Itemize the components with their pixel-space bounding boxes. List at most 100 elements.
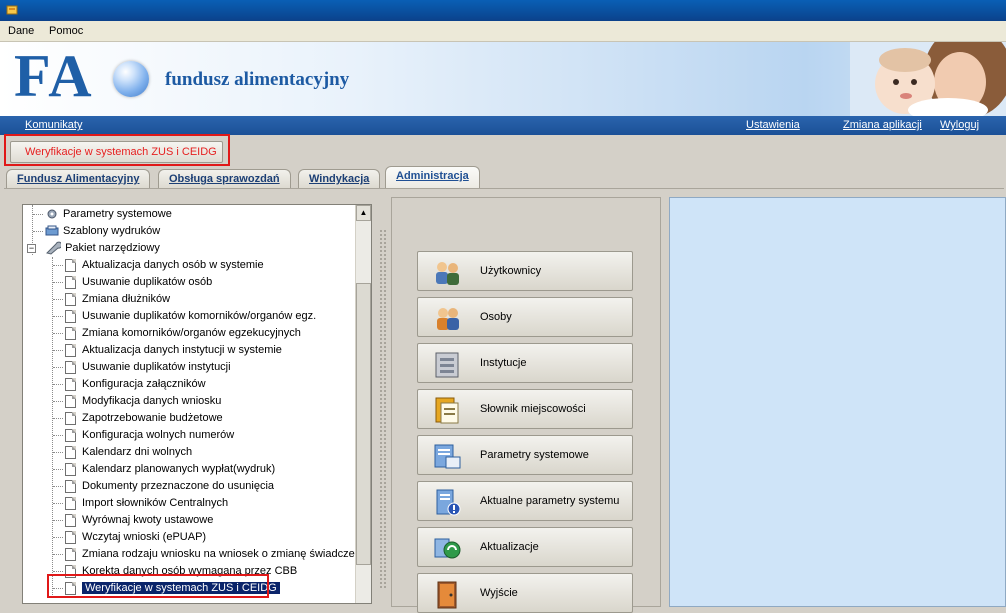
detail-panel bbox=[669, 197, 1006, 607]
document-icon bbox=[65, 309, 76, 323]
menu-bar: Dane Pomoc bbox=[0, 21, 1006, 42]
tab-fundusz-alimentacyjny[interactable]: Fundusz Alimentacyjny bbox=[6, 169, 151, 189]
document-icon bbox=[65, 445, 76, 459]
tab-obsluga-sprawozdan[interactable]: Obsługa sprawozdań bbox=[158, 169, 291, 189]
header-banner: FA fundusz alimentacyjny bbox=[0, 42, 1006, 116]
tree-item-label: Zapotrzebowanie budżetowe bbox=[82, 412, 223, 424]
current-parameters-icon bbox=[436, 489, 461, 516]
tree-item[interactable]: Aktualizacja danych osób w systemie bbox=[53, 257, 264, 274]
tree-item-pakiet-narzedziowy[interactable]: − Pakiet narzędziowy bbox=[27, 240, 160, 257]
verification-zus-ceidg-button[interactable]: Weryfikacje w systemach ZUS i CEIDG bbox=[10, 141, 223, 163]
document-icon bbox=[65, 258, 76, 272]
tree-item-label: Usuwanie duplikatów instytucji bbox=[82, 361, 231, 373]
tree-item-label: Kalendarz planowanych wypłat(wydruk) bbox=[82, 463, 276, 475]
tree-scrollbar[interactable]: ▲ bbox=[355, 205, 371, 603]
admin-button-label: Instytucje bbox=[480, 357, 527, 369]
link-ustawienia[interactable]: Ustawienia bbox=[746, 119, 800, 131]
tree-item[interactable]: Import słowników Centralnych bbox=[53, 495, 228, 512]
admin-button-label: Aktualne parametry systemu bbox=[480, 495, 620, 507]
tree-item-label: Kalendarz dni wolnych bbox=[82, 446, 193, 458]
tree-item[interactable]: Kalendarz planowanych wypłat(wydruk) bbox=[53, 461, 275, 478]
app-name: fundusz alimentacyjny bbox=[165, 69, 350, 90]
document-icon bbox=[65, 360, 76, 374]
tree-item[interactable]: Usuwanie duplikatów komorników/organów e… bbox=[53, 308, 316, 325]
system-parameters-icon bbox=[434, 444, 461, 469]
users-icon bbox=[436, 262, 459, 285]
tree-item[interactable]: Usuwanie duplikatów osób bbox=[53, 274, 212, 291]
admin-button-users[interactable]: Użytkownicy bbox=[417, 251, 633, 291]
tree-item-szablony-wydrukow[interactable]: Szablony wydruków bbox=[33, 223, 160, 240]
admin-button-system-parameters[interactable]: Parametry systemowe bbox=[417, 435, 633, 475]
document-icon bbox=[65, 394, 76, 408]
tree-item-label: Modyfikacja danych wniosku bbox=[82, 395, 222, 407]
admin-button-label: Wyjście bbox=[480, 587, 518, 599]
admin-button-dictionary[interactable]: Słownik miejscowości bbox=[417, 389, 633, 429]
institutions-icon bbox=[435, 352, 459, 378]
admin-button-persons[interactable]: Osoby bbox=[417, 297, 633, 337]
document-icon bbox=[65, 547, 76, 561]
tree-item[interactable]: Konfiguracja wolnych numerów bbox=[53, 427, 234, 444]
wrench-icon bbox=[46, 241, 62, 255]
persons-icon bbox=[437, 308, 459, 330]
tree-item-label: Wczytaj wnioski (ePUAP) bbox=[82, 531, 207, 543]
tree-item[interactable]: Aktualizacja danych instytucji w systemi… bbox=[53, 342, 282, 359]
tree-item[interactable]: Wczytaj wnioski (ePUAP) bbox=[53, 529, 206, 546]
tree-item[interactable]: Usuwanie duplikatów instytucji bbox=[53, 359, 231, 376]
tree-item[interactable]: Korekta danych osób wymagana przez CBB bbox=[53, 563, 297, 580]
tree-item[interactable]: Zmiana dłużników bbox=[53, 291, 170, 308]
tree-item-label: Wyrównaj kwoty ustawowe bbox=[82, 514, 214, 526]
tools-tree[interactable]: Parametry systemowe Szablony wydruków − … bbox=[22, 204, 372, 604]
tree-item[interactable]: Wyrównaj kwoty ustawowe bbox=[53, 512, 213, 529]
tree-item-label: Import słowników Centralnych bbox=[82, 497, 229, 509]
tree-item[interactable]: Zapotrzebowanie budżetowe bbox=[53, 410, 223, 427]
tree-item-label: Korekta danych osób wymagana przez CBB bbox=[82, 565, 298, 577]
title-bar bbox=[0, 0, 1006, 21]
document-icon bbox=[65, 377, 76, 391]
scroll-thumb[interactable] bbox=[356, 283, 371, 565]
top-nav-bar: Komunikaty Ustawienia Zmiana aplikacji W… bbox=[0, 116, 1006, 135]
admin-button-institutions[interactable]: Instytucje bbox=[417, 343, 633, 383]
admin-button-exit-door[interactable]: Wyjście bbox=[417, 573, 633, 613]
content-area: Parametry systemowe Szablony wydruków − … bbox=[4, 188, 1006, 613]
panel-splitter[interactable] bbox=[379, 229, 387, 589]
tree-item[interactable]: Dokumenty przeznaczone do usunięcia bbox=[53, 478, 274, 495]
tree-item[interactable]: Modyfikacja danych wniosku bbox=[53, 393, 221, 410]
tree-item[interactable]: Konfiguracja załączników bbox=[53, 376, 206, 393]
link-wyloguj[interactable]: Wyloguj bbox=[940, 119, 979, 131]
document-icon bbox=[65, 411, 76, 425]
admin-buttons-panel: Użytkownicy Osoby Instytucje Słownik miejsc… bbox=[391, 197, 661, 613]
tree-item[interactable]: Zmiana komorników/organów egzekucyjnych bbox=[53, 325, 301, 342]
tab-administracja[interactable]: Administracja bbox=[385, 166, 480, 188]
app-icon bbox=[6, 5, 18, 15]
tree-item-label: Aktualizacja danych instytucji w systemi… bbox=[82, 344, 282, 356]
document-icon bbox=[65, 343, 76, 357]
menu-dane[interactable]: Dane bbox=[8, 25, 34, 37]
document-icon bbox=[65, 292, 76, 306]
document-icon bbox=[65, 275, 76, 289]
tree-item-label: Aktualizacja danych osób w systemie bbox=[82, 259, 264, 271]
menu-pomoc[interactable]: Pomoc bbox=[49, 25, 83, 37]
document-icon bbox=[65, 530, 76, 544]
collapse-toggle-icon[interactable]: − bbox=[27, 243, 36, 253]
tree-item[interactable]: Kalendarz dni wolnych bbox=[53, 444, 192, 461]
tree-item-label: Zmiana dłużników bbox=[82, 293, 171, 305]
document-icon bbox=[65, 462, 76, 476]
tree-item-label: Zmiana komorników/organów egzekucyjnych bbox=[82, 327, 301, 339]
tree-item-label: Usuwanie duplikatów osób bbox=[82, 276, 213, 288]
tree-item-label: Weryfikacje w systemach ZUS i CEIDG bbox=[82, 582, 280, 594]
admin-button-label: Aktualizacje bbox=[480, 541, 539, 553]
tree-item-selected[interactable]: Weryfikacje w systemach ZUS i CEIDG bbox=[53, 580, 280, 597]
link-komunikaty[interactable]: Komunikaty bbox=[25, 119, 82, 131]
scroll-up-button[interactable]: ▲ bbox=[356, 205, 371, 221]
admin-button-updates[interactable]: Aktualizacje bbox=[417, 527, 633, 567]
tab-strip: Fundusz Alimentacyjny Obsługa sprawozdań… bbox=[0, 166, 1006, 189]
tree-item-parametry-systemowe[interactable]: Parametry systemowe bbox=[33, 206, 172, 223]
document-icon bbox=[65, 326, 76, 340]
tree-item[interactable]: Zmiana rodzaju wniosku na wniosek o zmia… bbox=[53, 546, 369, 563]
admin-button-label: Parametry systemowe bbox=[480, 449, 589, 461]
tab-windykacja[interactable]: Windykacja bbox=[298, 169, 381, 189]
admin-button-current-parameters[interactable]: Aktualne parametry systemu bbox=[417, 481, 633, 521]
link-zmiana-aplikacji[interactable]: Zmiana aplikacji bbox=[843, 119, 922, 131]
tree-item-label: Konfiguracja wolnych numerów bbox=[82, 429, 235, 441]
tree-item-label: Usuwanie duplikatów komorników/organów e… bbox=[82, 310, 317, 322]
